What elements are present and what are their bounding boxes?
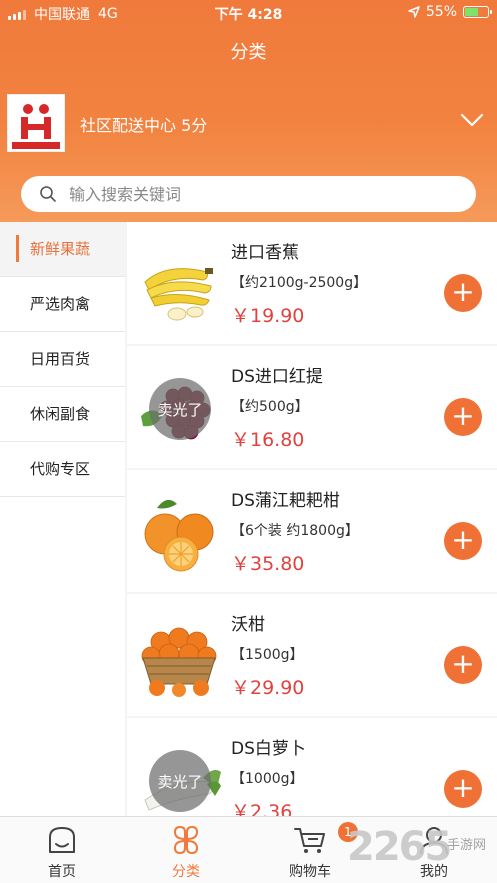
- search-input[interactable]: [69, 176, 459, 212]
- sidebar-item-fresh-produce[interactable]: 新鲜果蔬: [0, 222, 125, 277]
- add-to-cart-button[interactable]: +: [444, 522, 482, 560]
- search-bar[interactable]: [21, 176, 476, 212]
- tab-label: 首页: [48, 864, 76, 880]
- product-price: ￥16.80: [231, 429, 305, 451]
- sidebar-item-label: 代购专区: [30, 460, 91, 478]
- plus-icon: +: [451, 647, 475, 680]
- product-name: DS进口红提: [231, 367, 323, 387]
- sidebar-item-label: 严选肉禽: [30, 295, 91, 313]
- watermark-text: 手游网: [447, 838, 487, 853]
- product-price: ￥29.90: [231, 677, 305, 699]
- product-spec: 【约2100g-2500g】: [231, 275, 368, 291]
- product-price: ￥35.80: [231, 553, 305, 575]
- product-price: ￥19.90: [231, 305, 305, 327]
- tangerine-image: [144, 499, 214, 572]
- tab-category[interactable]: 分类: [124, 817, 248, 883]
- category-sidebar: 新鲜果蔬 严选肉禽 日用百货 休闲副食 代购专区: [0, 222, 125, 816]
- cart-icon: [294, 828, 325, 853]
- product-item[interactable]: DS蒲江耙耙柑 【6个装 约1800g】 ￥35.80 +: [127, 470, 497, 592]
- watermark-number: 2265: [347, 824, 452, 870]
- sold-out-badge: 卖光了: [149, 378, 211, 440]
- plus-icon: +: [451, 275, 475, 308]
- product-item[interactable]: 卖光了 DS白萝卜 【1000g】 ￥2.36 +: [127, 718, 497, 816]
- product-spec: 【约500g】: [231, 399, 309, 415]
- product-price: ￥2.36: [231, 801, 293, 816]
- mandarin-basket-image: [141, 627, 217, 697]
- category-icon: [173, 825, 199, 855]
- plus-icon: +: [451, 523, 475, 556]
- search-icon: [40, 186, 56, 202]
- product-name: 进口香蕉: [231, 243, 299, 263]
- store-selector[interactable]: 社区配送中心 5分: [0, 92, 497, 154]
- page-title: 分类: [230, 42, 267, 63]
- tab-home[interactable]: 首页: [0, 817, 124, 883]
- sidebar-item-meat[interactable]: 严选肉禽: [0, 277, 125, 332]
- plus-icon: +: [451, 399, 475, 432]
- watermark: 2265 手游网: [347, 824, 497, 876]
- chevron-down-icon[interactable]: [459, 110, 485, 130]
- add-to-cart-button[interactable]: +: [444, 398, 482, 436]
- tab-label: 分类: [172, 864, 200, 880]
- sidebar-item-label: 休闲副食: [30, 405, 91, 423]
- product-spec: 【6个装 约1800g】: [231, 523, 359, 539]
- battery-icon: [463, 6, 492, 18]
- product-name: 沃柑: [231, 615, 265, 635]
- product-item[interactable]: 卖光了 DS进口红提 【约500g】 ￥16.80 +: [127, 346, 497, 468]
- product-spec: 【1000g】: [231, 771, 304, 787]
- sidebar-item-daily-goods[interactable]: 日用百货: [0, 332, 125, 387]
- plus-icon: +: [451, 771, 475, 804]
- header: 中国联通 4G 下午 4:28 55% 分类 社区配送中心 5分: [0, 0, 497, 222]
- battery-percent: 55%: [425, 4, 457, 20]
- home-icon: [49, 827, 75, 853]
- product-item[interactable]: 沃柑 【1500g】 ￥29.90 +: [127, 594, 497, 716]
- product-list[interactable]: 进口香蕉 【约2100g-2500g】 ￥19.90 + 卖光了 DS进口红提 …: [127, 222, 497, 816]
- sidebar-item-label: 日用百货: [30, 350, 91, 368]
- add-to-cart-button[interactable]: +: [444, 770, 482, 808]
- sidebar-item-snacks[interactable]: 休闲副食: [0, 387, 125, 442]
- location-arrow-icon: [408, 6, 420, 18]
- sidebar-item-label: 新鲜果蔬: [30, 240, 91, 258]
- store-logo: [7, 94, 65, 152]
- store-name: 社区配送中心 5分: [80, 116, 208, 135]
- status-bar: 中国联通 4G 下午 4:28 55%: [0, 0, 497, 26]
- banana-image: [144, 268, 213, 321]
- sold-out-badge: 卖光了: [149, 750, 211, 812]
- add-to-cart-button[interactable]: +: [444, 274, 482, 312]
- product-name: DS白萝卜: [231, 739, 306, 759]
- product-item[interactable]: 进口香蕉 【约2100g-2500g】 ￥19.90 +: [127, 222, 497, 344]
- product-spec: 【1500g】: [231, 647, 304, 663]
- sidebar-item-purchasing[interactable]: 代购专区: [0, 442, 125, 497]
- add-to-cart-button[interactable]: +: [444, 646, 482, 684]
- product-name: DS蒲江耙耙柑: [231, 491, 340, 511]
